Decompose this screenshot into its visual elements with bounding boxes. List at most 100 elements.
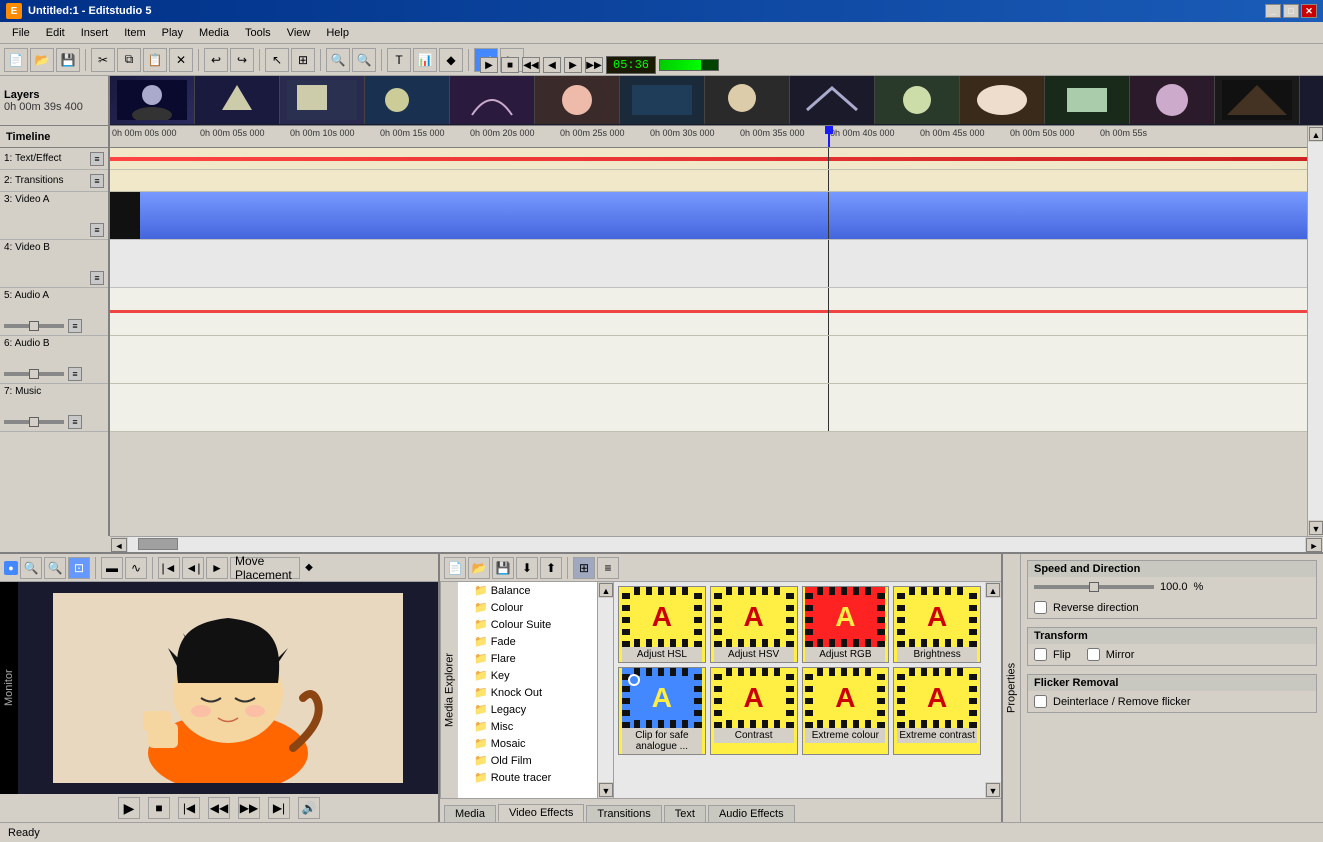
hscroll-left[interactable]: ◄ [111,538,127,552]
maximize-button[interactable]: □ [1283,4,1299,18]
effect-adjust-rgb[interactable]: A Adjust RGB [802,586,890,663]
menu-insert[interactable]: Insert [73,25,117,41]
transport-stop-btn[interactable]: ■ [501,57,519,73]
paste-button[interactable]: 📋 [143,48,167,72]
vscroll-up[interactable]: ▲ [1309,127,1323,141]
tab-text[interactable]: Text [664,805,706,822]
menu-view[interactable]: View [279,25,319,41]
media-new-btn[interactable]: 📄 [444,557,466,579]
deinterlace-checkbox[interactable] [1034,695,1047,708]
media-export-btn[interactable]: ⬆ [540,557,562,579]
stop-button[interactable]: ■ [148,797,170,819]
tree-item-balance[interactable]: 📁Balance [458,582,597,599]
transport-next-btn[interactable]: ▶▶ [585,57,603,73]
tree-item-knockout[interactable]: 📁Knock Out [458,684,597,701]
timeline-vscroll[interactable]: ▲ ▼ [1307,126,1323,536]
save-button[interactable]: 💾 [56,48,80,72]
open-button[interactable]: 📂 [30,48,54,72]
effect-adjust-hsl[interactable]: A Adjust HSL [618,586,706,663]
tree-item-route-tracer[interactable]: 📁Route tracer [458,769,597,786]
trim-btn1[interactable]: |◄ [158,557,180,579]
prev-frame-button[interactable]: |◀ [178,797,200,819]
effect-adjust-hsv[interactable]: A Adjust HSV [710,586,798,663]
trim-btn2[interactable]: ◄| [182,557,204,579]
grid-vscroll[interactable]: ▲ ▼ [985,582,1001,798]
media-open-btn[interactable]: 📂 [468,557,490,579]
menu-file[interactable]: File [4,25,38,41]
list-view-btn[interactable]: ≡ [597,557,619,579]
menu-edit[interactable]: Edit [38,25,73,41]
tree-item-mosaic[interactable]: 📁Mosaic [458,735,597,752]
layer-3-icon[interactable]: ≡ [90,223,104,237]
music-slider[interactable] [4,420,64,424]
media-import-btn[interactable]: ⬇ [516,557,538,579]
layer-5-icon[interactable]: ≡ [68,319,82,333]
move-placement-button[interactable]: Move Placement [230,557,300,579]
copy-button[interactable]: ⧉ [117,48,141,72]
effect-extreme-colour[interactable]: A Extreme colour [802,667,890,755]
tree-scroll-down[interactable]: ▼ [599,783,613,797]
rewind-button[interactable]: ◀◀ [208,797,230,819]
redo-button[interactable]: ↪ [230,48,254,72]
bar-chart-btn[interactable]: ▬ [101,557,123,579]
menu-help[interactable]: Help [318,25,357,41]
tree-item-colour-suite[interactable]: 📁Colour Suite [458,616,597,633]
transport-play-btn[interactable]: ▶ [480,57,498,73]
layer-2-icon[interactable]: ≡ [90,174,104,188]
effect-clip-safe[interactable]: A Clip for safe analogue ... [618,667,706,755]
trim-btn3[interactable]: ► [206,557,228,579]
layer-4-icon[interactable]: ≡ [90,271,104,285]
speed-slider[interactable] [1034,585,1154,589]
transport-ff-btn[interactable]: ▶ [564,57,582,73]
tab-media[interactable]: Media [444,805,496,822]
cut-button[interactable]: ✂ [91,48,115,72]
audio-a-slider[interactable] [4,324,64,328]
new-button[interactable]: 📄 [4,48,28,72]
mirror-checkbox[interactable] [1087,648,1100,661]
tree-item-misc[interactable]: 📁Misc [458,718,597,735]
tab-video-effects[interactable]: Video Effects [498,804,584,822]
layer-6-icon[interactable]: ≡ [68,367,82,381]
vscroll-down[interactable]: ▼ [1309,521,1323,535]
chart-button[interactable]: 📊 [413,48,437,72]
arrow-tool[interactable]: ↖ [265,48,289,72]
select-tool[interactable]: ⊞ [291,48,315,72]
zoom-in-button[interactable]: 🔍 [326,48,350,72]
zoom-out-button[interactable]: 🔍 [352,48,376,72]
transport-rw-btn[interactable]: ◀ [543,57,561,73]
text-tool[interactable]: T [387,48,411,72]
tree-item-colour[interactable]: 📁Colour [458,599,597,616]
effect-contrast[interactable]: A Contrast [710,667,798,755]
tab-transitions[interactable]: Transitions [586,805,661,822]
undo-button[interactable]: ↩ [204,48,228,72]
tab-audio-effects[interactable]: Audio Effects [708,805,795,822]
next-frame-button[interactable]: ▶| [268,797,290,819]
tree-item-fade[interactable]: 📁Fade [458,633,597,650]
menu-tools[interactable]: Tools [237,25,279,41]
tree-item-key[interactable]: 📁Key [458,667,597,684]
zoom-out-monitor[interactable]: 🔍 [44,557,66,579]
play-button[interactable]: ▶ [118,797,140,819]
waveform-btn[interactable]: ∿ [125,557,147,579]
tree-item-flare[interactable]: 📁Flare [458,650,597,667]
grid-view-btn[interactable]: ⊞ [573,557,595,579]
media-save-btn[interactable]: 💾 [492,557,514,579]
diamond-tool[interactable]: ◆ [439,48,463,72]
audio-b-slider[interactable] [4,372,64,376]
transport-prev-btn[interactable]: ◀◀ [522,57,540,73]
ff-button[interactable]: ▶▶ [238,797,260,819]
effect-brightness[interactable]: A Brightness [893,586,981,663]
grid-scroll-down[interactable]: ▼ [986,783,1000,797]
layer-7-icon[interactable]: ≡ [68,415,82,429]
hscroll-right[interactable]: ► [1306,538,1322,552]
menu-media[interactable]: Media [191,25,237,41]
layer-1-icon[interactable]: ≡ [90,152,104,166]
flip-checkbox[interactable] [1034,648,1047,661]
crop-monitor[interactable]: ⊡ [68,557,90,579]
minimize-button[interactable]: _ [1265,4,1281,18]
effect-extreme-contrast[interactable]: A Extreme contrast [893,667,981,755]
tree-item-old-film[interactable]: 📁Old Film [458,752,597,769]
video-a-clip[interactable] [140,192,1323,239]
reverse-checkbox[interactable] [1034,601,1047,614]
volume-button[interactable]: 🔊 [298,797,320,819]
